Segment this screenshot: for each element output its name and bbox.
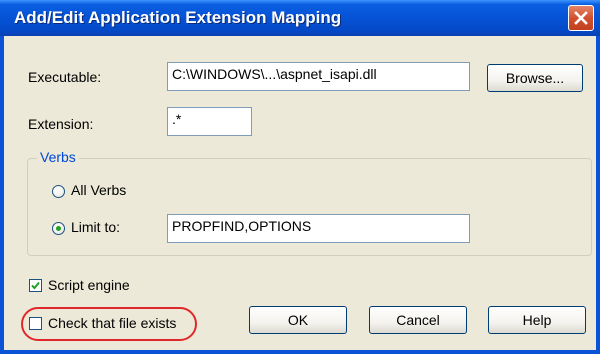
window-title: Add/Edit Application Extension Mapping bbox=[14, 8, 342, 27]
all-verbs-radio[interactable] bbox=[52, 185, 65, 198]
executable-input[interactable]: C:\WINDOWS\...\aspnet_isapi.dll bbox=[167, 62, 470, 91]
help-button[interactable]: Help bbox=[488, 306, 586, 334]
verbs-legend: Verbs bbox=[37, 149, 79, 165]
limit-to-label[interactable]: Limit to: bbox=[71, 219, 120, 235]
script-engine-label[interactable]: Script engine bbox=[48, 277, 130, 293]
limit-to-input[interactable]: PROPFIND,OPTIONS bbox=[167, 214, 470, 243]
title-bar[interactable]: Add/Edit Application Extension Mapping bbox=[0, 0, 600, 36]
extension-label: Extension: bbox=[28, 116, 94, 132]
limit-to-radio[interactable] bbox=[52, 222, 65, 235]
browse-button[interactable]: Browse... bbox=[487, 64, 583, 92]
radio-selected-dot bbox=[56, 226, 61, 231]
extension-input[interactable]: .* bbox=[167, 107, 252, 136]
all-verbs-label[interactable]: All Verbs bbox=[71, 182, 126, 198]
close-icon bbox=[574, 11, 588, 25]
close-button[interactable] bbox=[568, 5, 594, 31]
window-frame-left bbox=[0, 36, 4, 354]
ok-button[interactable]: OK bbox=[249, 306, 347, 334]
executable-label: Executable: bbox=[28, 69, 102, 85]
checkmark-icon bbox=[31, 281, 40, 290]
cancel-button[interactable]: Cancel bbox=[369, 306, 467, 334]
window-frame-right bbox=[596, 36, 600, 354]
window-frame-bottom bbox=[0, 350, 600, 354]
highlight-ring bbox=[21, 307, 197, 341]
script-engine-checkbox[interactable] bbox=[29, 279, 42, 292]
